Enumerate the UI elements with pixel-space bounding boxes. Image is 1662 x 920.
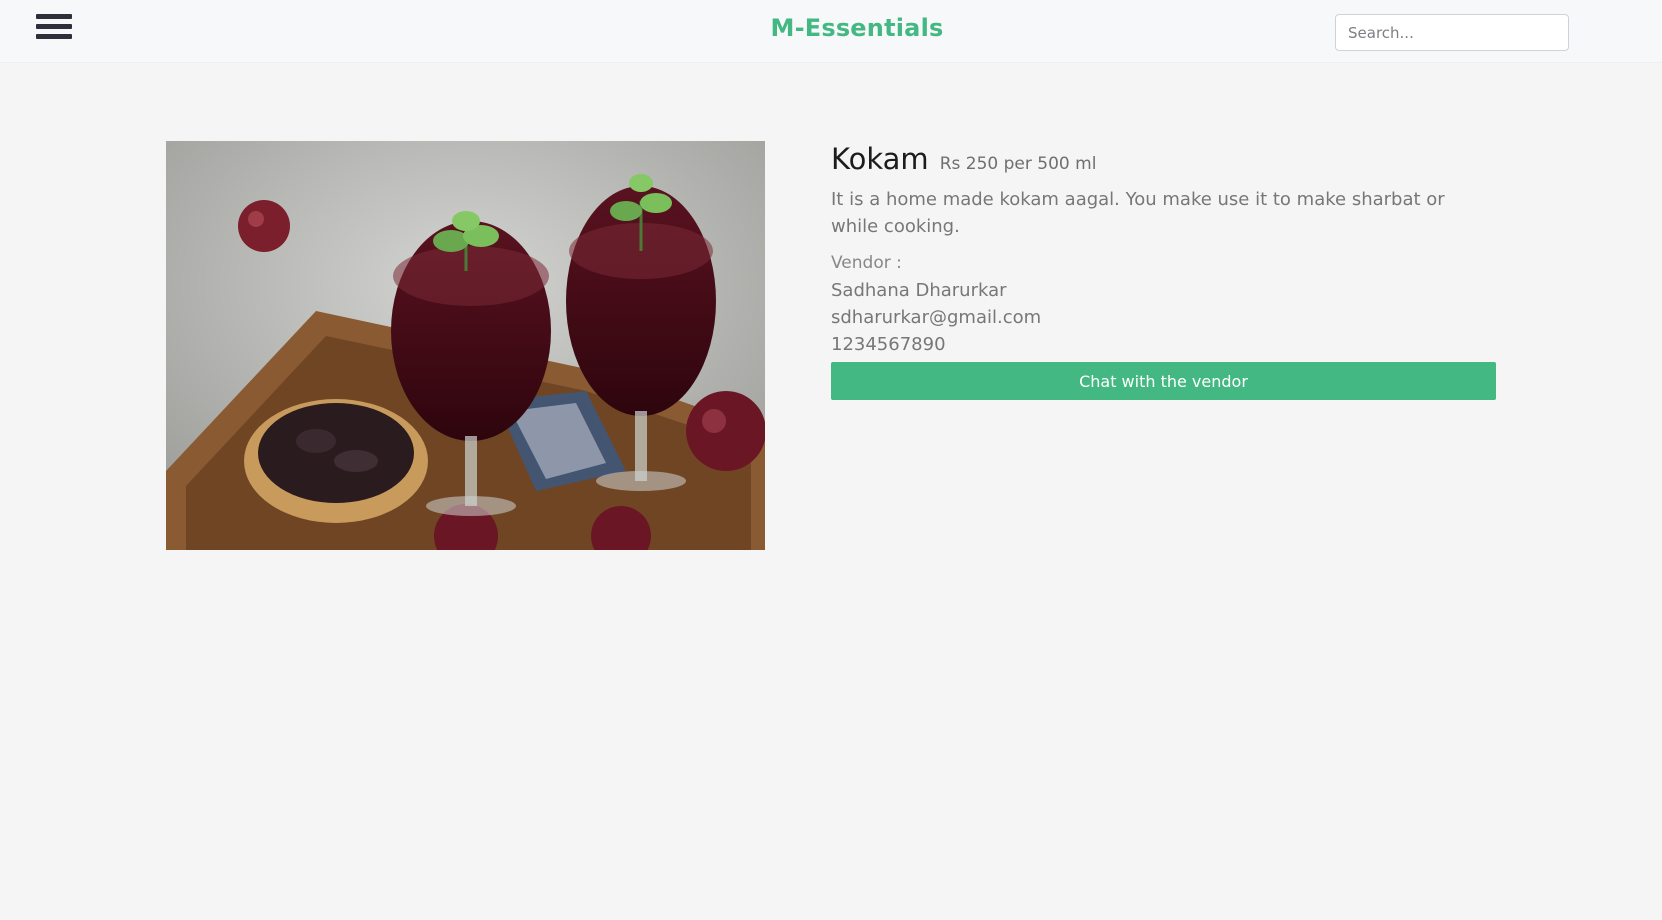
product-heading: Kokam Rs 250 per 500 ml (831, 142, 1496, 182)
search-input[interactable] (1335, 14, 1569, 51)
product-info: Kokam Rs 250 per 500 ml It is a home mad… (831, 142, 1496, 400)
kokam-drink-photo (166, 141, 765, 550)
vendor-phone: 1234567890 (831, 334, 946, 355)
product-description: It is a home made kokam aagal. You make … (831, 189, 1445, 237)
product-image (166, 141, 765, 550)
vendor-name: Sadhana Dharurkar (831, 280, 1007, 301)
product-name: Kokam (831, 142, 929, 176)
vendor-email: sdharurkar@gmail.com (831, 307, 1042, 328)
vendor-label: Vendor : (831, 253, 902, 273)
product-price: Rs 250 per 500 ml (939, 154, 1097, 174)
chat-with-vendor-button[interactable]: Chat with the vendor (831, 362, 1496, 400)
top-navbar: M-Essentials (0, 0, 1662, 62)
